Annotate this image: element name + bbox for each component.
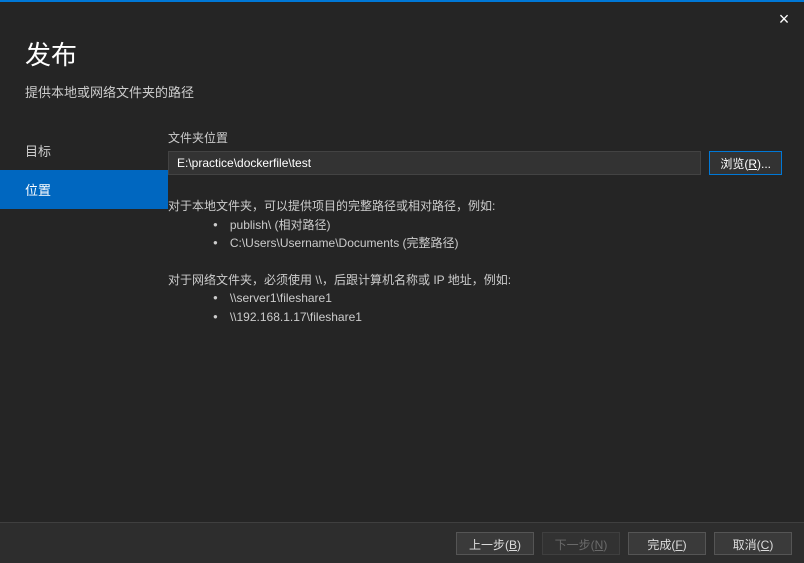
help-bullet-ip: \\192.168.1.17\fileshare1 (213, 308, 782, 327)
folder-location-label: 文件夹位置 (168, 129, 782, 146)
prev-button[interactable]: 上一步(B) (456, 532, 534, 555)
main-panel: 文件夹位置 浏览(R)... 对于本地文件夹，可以提供项目的完整路径或相对路径，… (168, 131, 804, 327)
header: 发布 提供本地或网络文件夹的路径 (0, 2, 804, 101)
help-bullet-fullpath: C:\Users\Username\Documents (完整路径) (213, 234, 782, 253)
next-button: 下一步(N) (542, 532, 620, 555)
help-text: 对于本地文件夹，可以提供项目的完整路径或相对路径，例如: publish\ (相… (168, 197, 782, 327)
browse-button[interactable]: 浏览(R)... (709, 151, 782, 175)
close-icon[interactable]: × (774, 10, 794, 30)
sidebar: 目标 位置 (0, 131, 168, 327)
sidebar-item-target[interactable]: 目标 (0, 131, 168, 170)
help-network-intro: 对于网络文件夹，必须使用 \\，后跟计算机名称或 IP 地址，例如: (168, 271, 782, 290)
footer: 上一步(B) 下一步(N) 完成(F) 取消(C) (0, 522, 804, 563)
page-subtitle: 提供本地或网络文件夹的路径 (25, 82, 779, 101)
finish-button[interactable]: 完成(F) (628, 532, 706, 555)
page-title: 发布 (25, 35, 779, 72)
help-bullet-publish: publish\ (相对路径) (213, 216, 782, 235)
help-local-intro: 对于本地文件夹，可以提供项目的完整路径或相对路径，例如: (168, 197, 782, 216)
cancel-button[interactable]: 取消(C) (714, 532, 792, 555)
folder-path-input[interactable] (168, 151, 701, 175)
sidebar-item-label: 目标 (25, 144, 51, 159)
help-bullet-server: \\server1\fileshare1 (213, 289, 782, 308)
sidebar-item-location[interactable]: 位置 (0, 170, 168, 209)
sidebar-item-label: 位置 (25, 183, 51, 198)
